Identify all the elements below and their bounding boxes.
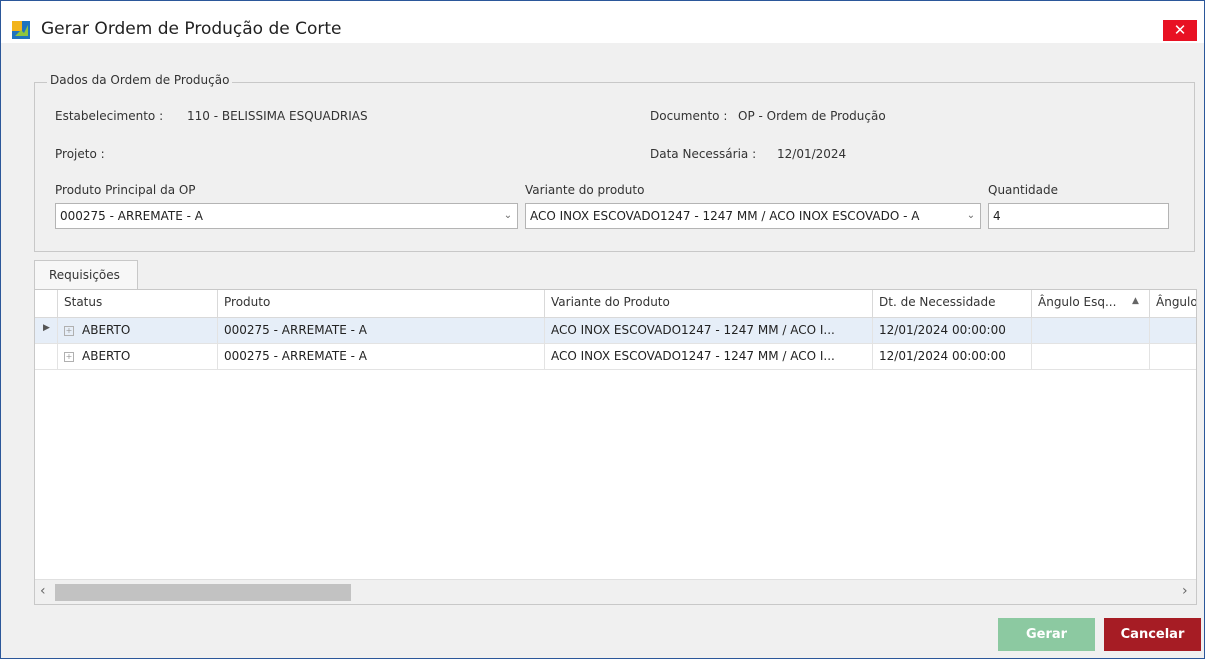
- scroll-left-icon[interactable]: ‹: [40, 583, 46, 599]
- group-legend: Dados da Ordem de Produção: [47, 73, 233, 87]
- cancelar-button[interactable]: Cancelar: [1104, 618, 1201, 651]
- angulo-esq-cell: [1032, 344, 1150, 370]
- produto-combo-value: 000275 - ARREMATE - A: [60, 209, 203, 223]
- produto-combo[interactable]: 000275 - ARREMATE - A ⌄: [55, 203, 518, 229]
- requisicoes-grid: Status Produto Variante do Produto Dt. d…: [34, 289, 1197, 605]
- status-cell: + ABERTO: [58, 318, 218, 344]
- angulo-cell: [1150, 344, 1196, 370]
- title-bar: Gerar Ordem de Produção de Corte ✕: [1, 1, 1204, 43]
- angulo-esq-cell: [1032, 318, 1150, 344]
- chevron-down-icon[interactable]: ⌄: [499, 204, 517, 228]
- dt-cell: 12/01/2024 00:00:00: [873, 318, 1032, 344]
- status-cell: + ABERTO: [58, 344, 218, 370]
- documento-label: Documento :: [650, 109, 728, 123]
- sort-ascending-icon: ▲: [1132, 296, 1139, 306]
- grid-header: Status Produto Variante do Produto Dt. d…: [35, 290, 1196, 318]
- variante-combo[interactable]: ACO INOX ESCOVADO1247 - 1247 MM / ACO IN…: [525, 203, 981, 229]
- scroll-right-icon[interactable]: ›: [1182, 583, 1188, 599]
- tab-requisicoes[interactable]: Requisições: [34, 260, 138, 290]
- quantidade-label: Quantidade: [988, 183, 1059, 197]
- close-icon: ✕: [1173, 21, 1187, 39]
- row-indicator-icon: ▶: [35, 318, 58, 344]
- chevron-down-icon[interactable]: ⌄: [962, 204, 980, 228]
- column-header-variante[interactable]: Variante do Produto: [545, 290, 873, 317]
- scrollbar-thumb[interactable]: [55, 584, 351, 601]
- variante-cell: ACO INOX ESCOVADO1247 - 1247 MM / ACO I.…: [545, 318, 873, 344]
- row-indicator-header: [35, 290, 58, 317]
- estabelecimento-value: 110 - BELISSIMA ESQUADRIAS: [187, 109, 368, 123]
- produto-label: Produto Principal da OP: [55, 183, 196, 197]
- status-value: ABERTO: [82, 323, 131, 337]
- variante-combo-value: ACO INOX ESCOVADO1247 - 1247 MM / ACO IN…: [530, 209, 920, 223]
- gerar-button[interactable]: Gerar: [998, 618, 1095, 651]
- documento-value: OP - Ordem de Produção: [738, 109, 886, 123]
- window-title: Gerar Ordem de Produção de Corte: [41, 19, 342, 39]
- quantidade-input[interactable]: 4: [988, 203, 1169, 229]
- expand-icon[interactable]: +: [64, 326, 74, 336]
- column-header-produto[interactable]: Produto: [218, 290, 545, 317]
- column-header-angulo[interactable]: Ângulo: [1150, 290, 1196, 317]
- table-row[interactable]: ▶ + ABERTO 000275 - ARREMATE - A ACO INOX…: [35, 318, 1196, 344]
- status-value: ABERTO: [82, 349, 131, 363]
- variante-label: Variante do produto: [525, 183, 645, 197]
- column-header-status[interactable]: Status: [58, 290, 218, 317]
- variante-cell: ACO INOX ESCOVADO1247 - 1247 MM / ACO I.…: [545, 344, 873, 370]
- tab-requisicoes-label: Requisições: [49, 268, 120, 282]
- column-header-angulo-esq[interactable]: Ângulo Esq... ▲: [1032, 290, 1150, 317]
- estabelecimento-label: Estabelecimento :: [55, 109, 164, 123]
- angulo-cell: [1150, 318, 1196, 344]
- column-header-angulo-esq-label: Ângulo Esq...: [1038, 295, 1117, 309]
- data-necessaria-value: 12/01/2024: [777, 147, 847, 161]
- row-indicator: [35, 344, 58, 370]
- produto-cell: 000275 - ARREMATE - A: [218, 344, 545, 370]
- table-row[interactable]: + ABERTO 000275 - ARREMATE - A ACO INOX E…: [35, 344, 1196, 370]
- data-necessaria-label: Data Necessária :: [650, 147, 757, 161]
- close-button[interactable]: ✕: [1163, 20, 1197, 41]
- projeto-label: Projeto :: [55, 147, 105, 161]
- quantidade-value: 4: [993, 209, 1001, 223]
- dialog-window: Gerar Ordem de Produção de Corte ✕ Dados…: [0, 0, 1205, 659]
- column-header-dt-necessidade[interactable]: Dt. de Necessidade: [873, 290, 1032, 317]
- produto-cell: 000275 - ARREMATE - A: [218, 318, 545, 344]
- dt-cell: 12/01/2024 00:00:00: [873, 344, 1032, 370]
- app-icon: [12, 21, 30, 39]
- horizontal-scrollbar[interactable]: ‹ ›: [35, 579, 1196, 604]
- expand-icon[interactable]: +: [64, 352, 74, 362]
